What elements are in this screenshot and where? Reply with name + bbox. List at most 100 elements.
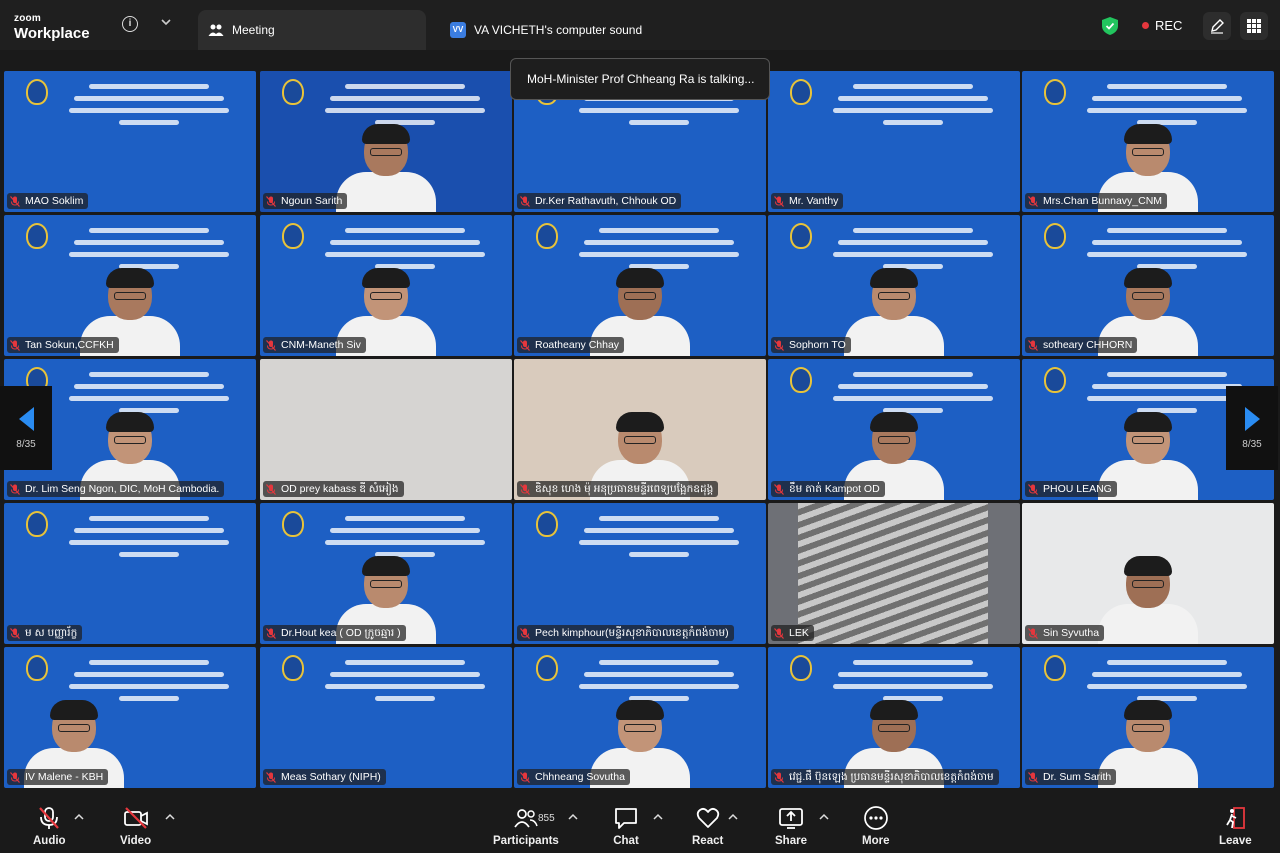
rec-label: REC	[1155, 18, 1183, 33]
mic-muted-icon	[774, 483, 784, 495]
mic-muted-icon	[520, 195, 530, 207]
audio-options-chevron-icon[interactable]	[74, 813, 84, 821]
participant-tile[interactable]: Tan Sokun,CCFKH	[4, 215, 256, 356]
participant-nameplate: Sophorn TO	[771, 337, 851, 353]
participant-name: ម ស បញ្ញារ័ក្ខ	[25, 627, 78, 639]
rec-indicator[interactable]: REC	[1142, 18, 1182, 33]
participant-tile[interactable]: Ngoun Sarith	[260, 71, 512, 212]
participants-button[interactable]: Participants	[493, 805, 559, 847]
participant-tile[interactable]: LEK	[768, 503, 1020, 644]
participant-tile[interactable]: OD prey kabass ឌី សំអៀង	[260, 359, 512, 500]
event-banner-graphic	[320, 77, 490, 125]
participant-nameplate: Sin Syvutha	[1025, 625, 1105, 641]
participant-nameplate: CNM-Maneth Siv	[263, 337, 366, 353]
ministry-logo-icon	[282, 79, 304, 105]
chevron-down-icon[interactable]	[158, 14, 174, 30]
participant-name: Sophorn TO	[789, 339, 846, 351]
shield-icon[interactable]	[1102, 17, 1118, 35]
ministry-logo-icon	[790, 655, 812, 681]
tab-meeting[interactable]: Meeting	[198, 10, 426, 50]
participant-name: sotheary CHHORN	[1043, 339, 1133, 351]
tab-computer-sound[interactable]: VV VA VICHETH's computer sound	[442, 10, 702, 50]
video-off-icon	[123, 807, 148, 829]
participant-nameplate: Dr.Ker Rathavuth, Chhouk OD	[517, 193, 682, 209]
next-page-button[interactable]: 8/35	[1226, 386, 1278, 470]
participant-tile[interactable]: វេជ្ជ.ផឹ ប៊ុនឡេង ប្រធានមន្ទីរសុខាភិបាលខេ…	[768, 647, 1020, 788]
video-button[interactable]: Video	[120, 805, 151, 847]
mic-muted-icon	[774, 339, 784, 351]
audio-button[interactable]: Audio	[33, 805, 66, 847]
participant-tile[interactable]: Pech kimphour(មន្ទីរសុខាភិបាលខេត្តកំពង់ច…	[514, 503, 766, 644]
leave-button[interactable]: Leave	[1219, 805, 1252, 847]
react-button[interactable]: React	[692, 805, 723, 847]
participant-tile[interactable]: CNM-Maneth Siv	[260, 215, 512, 356]
mic-muted-icon	[1028, 627, 1038, 639]
participant-tile[interactable]: Mrs.Chan Bunnavy_CNM	[1022, 71, 1274, 212]
participant-tile[interactable]: Dr. Sum Sarith	[1022, 647, 1274, 788]
participant-tile[interactable]: ម ស បញ្ញារ័ក្ខ	[4, 503, 256, 644]
participant-tile[interactable]: Mr. Vanthy	[768, 71, 1020, 212]
participant-nameplate: PHOU LEANG	[1025, 481, 1117, 497]
mic-muted-icon	[10, 627, 20, 639]
chat-label: Chat	[613, 835, 639, 847]
participant-tile[interactable]: sotheary CHHORN	[1022, 215, 1274, 356]
event-banner-graphic	[320, 221, 490, 269]
vv-avatar: VV	[450, 22, 466, 38]
ministry-logo-icon	[536, 655, 558, 681]
more-button[interactable]: More	[862, 805, 889, 847]
event-banner-graphic	[828, 653, 998, 701]
ministry-logo-icon	[790, 367, 812, 393]
top-bar: zoom Workplace i Meeting VV VA VICHETH's…	[0, 0, 1280, 50]
participant-name: LEK	[789, 627, 809, 639]
share-button[interactable]: Share	[775, 805, 807, 847]
participant-name: Roatheany Chhay	[535, 339, 620, 351]
tab-meeting-label: Meeting	[232, 23, 275, 37]
participant-tile[interactable]: MAO Soklim	[4, 71, 256, 212]
participant-name: Mr. Vanthy	[789, 195, 839, 207]
event-banner-graphic	[828, 221, 998, 269]
annotate-button[interactable]	[1203, 12, 1231, 40]
chat-options-chevron-icon[interactable]	[653, 813, 663, 821]
event-banner-graphic	[574, 221, 744, 269]
react-label: React	[692, 835, 724, 847]
share-options-chevron-icon[interactable]	[819, 813, 829, 821]
participant-tile[interactable]: Roatheany Chhay	[514, 215, 766, 356]
video-options-chevron-icon[interactable]	[165, 813, 175, 821]
participant-tile[interactable]: Sophorn TO	[768, 215, 1020, 356]
ministry-logo-icon	[26, 223, 48, 249]
ministry-logo-icon	[26, 511, 48, 537]
mic-muted-icon	[520, 771, 530, 783]
info-icon[interactable]: i	[122, 16, 138, 32]
react-options-chevron-icon[interactable]	[728, 813, 738, 821]
ministry-logo-icon	[282, 511, 304, 537]
ministry-logo-icon	[536, 223, 558, 249]
brand-bottom: Workplace	[14, 25, 90, 42]
participant-tile[interactable]: IV Malene - KBH	[4, 647, 256, 788]
participant-nameplate: Dr. Lim Seng Ngon, DIC, MoH Cambodia.	[7, 481, 225, 497]
previous-page-button[interactable]: 8/35	[0, 386, 52, 470]
participant-tile[interactable]: ខឹម តាត់ Kampot OD	[768, 359, 1020, 500]
chat-button[interactable]: Chat	[613, 805, 639, 847]
pen-icon	[1211, 19, 1224, 34]
participant-nameplate: Mr. Vanthy	[771, 193, 844, 209]
participant-nameplate: Tan Sokun,CCFKH	[7, 337, 119, 353]
participant-name: Dr. Sum Sarith	[1043, 771, 1112, 783]
gallery-view: MAO Soklim Ngoun Sarith Dr.Ker Rathavuth, …	[4, 71, 1278, 788]
mic-muted-icon	[266, 627, 276, 639]
participant-nameplate: IV Malene - KBH	[7, 769, 109, 785]
mic-muted-icon	[520, 483, 530, 495]
participant-name: Pech kimphour(មន្ទីរសុខាភិបាលខេត្តកំពង់ច…	[535, 627, 729, 639]
participant-name: Tan Sokun,CCFKH	[25, 339, 114, 351]
ministry-logo-icon	[282, 223, 304, 249]
participants-options-chevron-icon[interactable]	[568, 813, 578, 821]
ministry-logo-icon	[282, 655, 304, 681]
mic-muted-icon	[774, 771, 784, 783]
participant-tile[interactable]: Dr.Hout kea ( OD ក្រូចឆ្មារ )	[260, 503, 512, 644]
participant-tile[interactable]: Chhneang Sovutha	[514, 647, 766, 788]
apps-button[interactable]	[1240, 12, 1268, 40]
participant-tile[interactable]: Meas Sothary (NIPH)	[260, 647, 512, 788]
participant-tile[interactable]: ឌិសុខ ហេង ម៉ុ អនុប្រធានមន្ទីរពេទ្យបង្អែក…	[514, 359, 766, 500]
tab-sound-label: VA VICHETH's computer sound	[474, 23, 643, 37]
participant-tile[interactable]: Sin Syvutha	[1022, 503, 1274, 644]
ministry-logo-icon	[790, 223, 812, 249]
